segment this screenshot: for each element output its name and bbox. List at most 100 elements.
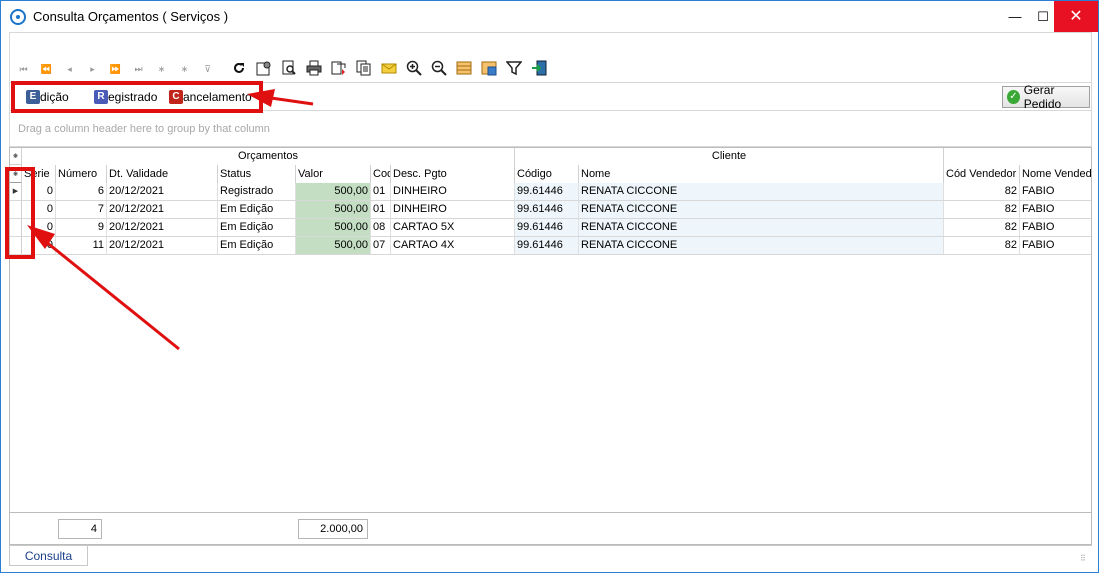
cell-desc-pgto[interactable]: DINHEIRO <box>391 183 515 200</box>
cell-desc-pgto[interactable]: DINHEIRO <box>391 201 515 218</box>
window-title: Consulta Orçamentos ( Serviços ) <box>33 9 229 24</box>
tab-bar: Consulta ⠿ <box>9 545 1092 566</box>
first-icon[interactable]: ⏮ <box>12 59 35 79</box>
cell-valor[interactable]: 500,00 <box>296 183 371 200</box>
band-header-row: ⁕ Orçamentos Cliente <box>10 148 1091 165</box>
tool-group <box>226 57 551 79</box>
navigator-group: ⏮ ⏪ ◂ ▸ ⏩ ⏭ ∗ ∗ ⊽ <box>12 59 219 79</box>
cell-nome-vendedor[interactable]: FABIO <box>1020 219 1091 236</box>
cell-nome[interactable]: RENATA CICCONE <box>579 219 944 236</box>
minimize-button[interactable]: — <box>1001 1 1029 32</box>
cell-nome-vendedor[interactable]: FABIO <box>1020 201 1091 218</box>
table-row[interactable]: 0 9 20/12/2021 Em Edição 500,00 08 CARTA… <box>10 219 1091 237</box>
cell-validade[interactable]: 20/12/2021 <box>107 237 218 254</box>
table-row[interactable]: 0 11 20/12/2021 Em Edição 500,00 07 CART… <box>10 237 1091 255</box>
cell-numero[interactable]: 6 <box>56 183 107 200</box>
cell-nome[interactable]: RENATA CICCONE <box>579 201 944 218</box>
band-vendedor[interactable] <box>944 148 1091 165</box>
footer-count: 4 <box>58 519 102 539</box>
cell-validade[interactable]: 20/12/2021 <box>107 219 218 236</box>
insert-icon[interactable]: ∗ <box>150 59 173 79</box>
cell-status[interactable]: Em Edição <box>218 219 296 236</box>
main-window: Consulta Orçamentos ( Serviços ) — ☐ ✕ ⏮… <box>0 0 1099 573</box>
table-row[interactable]: ▶ 0 6 20/12/2021 Registrado 500,00 01 DI… <box>10 183 1091 201</box>
copy-icon[interactable] <box>351 57 376 79</box>
col-header-nome[interactable]: Nome <box>579 165 944 183</box>
col-header-desc-pgto[interactable]: Desc. Pgto <box>391 165 515 183</box>
prev-page-icon[interactable]: ⏪ <box>35 59 58 79</box>
cell-valor[interactable]: 500,00 <box>296 219 371 236</box>
col-header-valor[interactable]: Valor <box>296 165 371 183</box>
band-corner-icon[interactable]: ⁕ <box>10 148 22 165</box>
cell-cod-vendedor[interactable]: 82 <box>944 183 1020 200</box>
print-icon[interactable] <box>301 57 326 79</box>
filter-icon[interactable] <box>501 57 526 79</box>
maximize-button[interactable]: ☐ <box>1029 1 1057 32</box>
cell-cod-vendedor[interactable]: 82 <box>944 201 1020 218</box>
col-header-cod[interactable]: Cod <box>371 165 391 183</box>
cell-valor[interactable]: 500,00 <box>296 237 371 254</box>
cell-validade[interactable]: 20/12/2021 <box>107 201 218 218</box>
cell-desc-pgto[interactable]: CARTAO 5X <box>391 219 515 236</box>
col-header-cod-vendedor[interactable]: Cód Vendedor <box>944 165 1020 183</box>
cell-nome-vendedor[interactable]: FABIO <box>1020 183 1091 200</box>
cell-cod-vendedor[interactable]: 82 <box>944 219 1020 236</box>
next-page-icon[interactable]: ⏩ <box>104 59 127 79</box>
close-button[interactable]: ✕ <box>1054 1 1098 32</box>
band-cliente[interactable]: Cliente <box>515 148 944 165</box>
delete-icon[interactable]: ∗ <box>173 59 196 79</box>
layout-icon[interactable] <box>451 57 476 79</box>
col-header-codigo[interactable]: Código <box>515 165 579 183</box>
tab-consulta[interactable]: Consulta <box>9 546 88 566</box>
group-by-panel[interactable]: Drag a column header here to group by th… <box>9 111 1092 147</box>
check-icon: ✓ <box>1007 90 1020 104</box>
cell-status[interactable]: Registrado <box>218 183 296 200</box>
prev-icon[interactable]: ◂ <box>58 59 81 79</box>
cell-codigo[interactable]: 99.61446 <box>515 183 579 200</box>
cell-numero[interactable]: 7 <box>56 201 107 218</box>
cell-cod[interactable]: 08 <box>371 219 391 236</box>
cell-validade[interactable]: 20/12/2021 <box>107 183 218 200</box>
col-header-nome-vendedor[interactable]: Nome Vendedor <box>1020 165 1091 183</box>
cell-status[interactable]: Em Edição <box>218 237 296 254</box>
cell-numero[interactable]: 11 <box>56 237 107 254</box>
resize-grip-icon[interactable]: ⠿ <box>1080 554 1088 563</box>
cell-desc-pgto[interactable]: CARTAO 4X <box>391 237 515 254</box>
export-icon[interactable] <box>326 57 351 79</box>
gerar-pedido-label: Gerar Pedido <box>1023 83 1062 111</box>
cell-nome-vendedor[interactable]: FABIO <box>1020 237 1091 254</box>
cell-status[interactable]: Em Edição <box>218 201 296 218</box>
grid-options-icon[interactable] <box>476 57 501 79</box>
refresh-icon[interactable] <box>226 57 251 79</box>
band-orcamentos[interactable]: Orçamentos <box>22 148 515 165</box>
zoom-out-icon[interactable] <box>426 57 451 79</box>
cell-cod[interactable]: 07 <box>371 237 391 254</box>
zoom-in-icon[interactable] <box>401 57 426 79</box>
gerar-pedido-button[interactable]: ✓ Gerar Pedido <box>1002 83 1090 111</box>
email-icon[interactable] <box>376 57 401 79</box>
cell-codigo[interactable]: 99.61446 <box>515 201 579 218</box>
annotation-row-indicator-highlight <box>5 167 35 259</box>
cell-valor[interactable]: 500,00 <box>296 201 371 218</box>
col-header-status[interactable]: Status <box>218 165 296 183</box>
cell-cod[interactable]: 01 <box>371 201 391 218</box>
next-icon[interactable]: ▸ <box>81 59 104 79</box>
exit-icon[interactable] <box>526 57 551 79</box>
filter-down-icon[interactable]: ⊽ <box>196 59 219 79</box>
col-header-numero[interactable]: Número <box>56 165 107 183</box>
table-row[interactable]: 0 7 20/12/2021 Em Edição 500,00 01 DINHE… <box>10 201 1091 219</box>
cell-cod[interactable]: 01 <box>371 183 391 200</box>
cell-nome[interactable]: RENATA CICCONE <box>579 237 944 254</box>
last-icon[interactable]: ⏭ <box>127 59 150 79</box>
cell-codigo[interactable]: 99.61446 <box>515 237 579 254</box>
cell-cod-vendedor[interactable]: 82 <box>944 237 1020 254</box>
cell-numero[interactable]: 9 <box>56 219 107 236</box>
column-header-row: ⁕ Serie Número Dt. Validade Status Valor… <box>10 165 1091 183</box>
toolbar: ⏮ ⏪ ◂ ▸ ⏩ ⏭ ∗ ∗ ⊽ <box>9 32 1092 83</box>
preview-icon[interactable] <box>276 57 301 79</box>
cell-nome[interactable]: RENATA CICCONE <box>579 183 944 200</box>
col-header-validade[interactable]: Dt. Validade <box>107 165 218 183</box>
app-icon <box>10 9 26 25</box>
settings-icon[interactable] <box>251 57 276 79</box>
cell-codigo[interactable]: 99.61446 <box>515 219 579 236</box>
